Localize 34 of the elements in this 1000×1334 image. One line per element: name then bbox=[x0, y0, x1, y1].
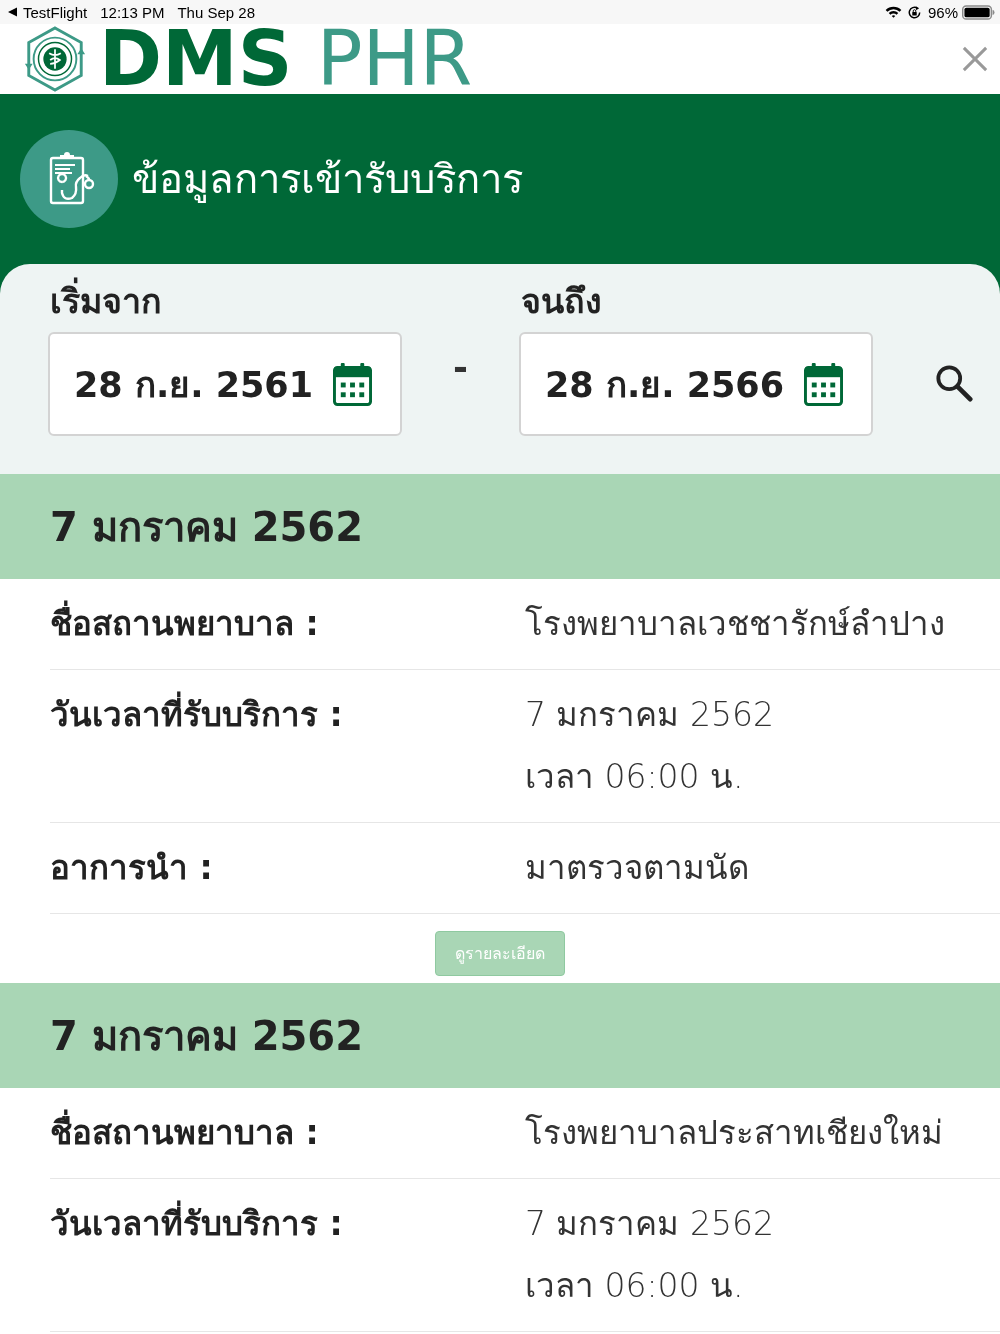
field-label: ชื่อสถานพยาบาล : bbox=[50, 593, 525, 655]
date-field[interactable]: 28 ก.ย. 2566 bbox=[519, 332, 873, 436]
range-separator: - bbox=[453, 348, 468, 388]
date-label: เริ่มจาก bbox=[48, 278, 402, 324]
app-logo: DMS PHR bbox=[99, 24, 473, 94]
field-label: วันเวลาที่รับบริการ : bbox=[50, 684, 525, 808]
field-value: 7 มกราคม 2562 bbox=[525, 1203, 774, 1245]
field-value: เวลา 06:00 น. bbox=[525, 756, 745, 798]
field-label: ชื่อสถานพยาบาล : bbox=[50, 1102, 525, 1164]
date-header: 7 มกราคม 2562 bbox=[0, 983, 1000, 1088]
field-label: อาการนำ : bbox=[50, 847, 214, 889]
rotation-lock-icon bbox=[907, 5, 921, 19]
wifi-icon bbox=[884, 6, 902, 18]
calendar-icon[interactable] bbox=[804, 362, 843, 406]
battery-percent: 96% bbox=[927, 3, 958, 21]
status-time: 12:13 PM bbox=[100, 3, 165, 21]
battery-icon bbox=[962, 4, 995, 20]
back-icon[interactable] bbox=[8, 7, 17, 17]
date-field[interactable]: 28 ก.ย. 2561 bbox=[48, 332, 402, 436]
search-icon[interactable] bbox=[935, 364, 973, 402]
calendar-icon[interactable] bbox=[333, 362, 372, 406]
field-value: โรงพยาบาลเวชชารักษ์ลำปาง bbox=[525, 603, 945, 645]
status-date: Thu Sep 28 bbox=[177, 3, 255, 21]
back-app-label[interactable]: TestFlight bbox=[23, 3, 88, 21]
page-title: ข้อมูลการเข้ารับบริการ bbox=[132, 155, 523, 205]
date-label: จนถึง bbox=[520, 280, 603, 323]
close-icon[interactable] bbox=[962, 46, 988, 72]
field-value: มาตรวจตามนัด bbox=[525, 847, 749, 889]
clipboard-stethoscope-icon bbox=[20, 130, 118, 228]
field-value: 7 มกราคม 2562 bbox=[525, 694, 774, 736]
field-label: วันเวลาที่รับบริการ : bbox=[50, 1193, 525, 1317]
field-value: เวลา 06:00 น. bbox=[525, 1265, 745, 1307]
field-value: โรงพยาบาลประสาทเชียงใหม่ bbox=[525, 1112, 943, 1154]
date-header: 7 มกราคม 2562 bbox=[0, 474, 1000, 579]
